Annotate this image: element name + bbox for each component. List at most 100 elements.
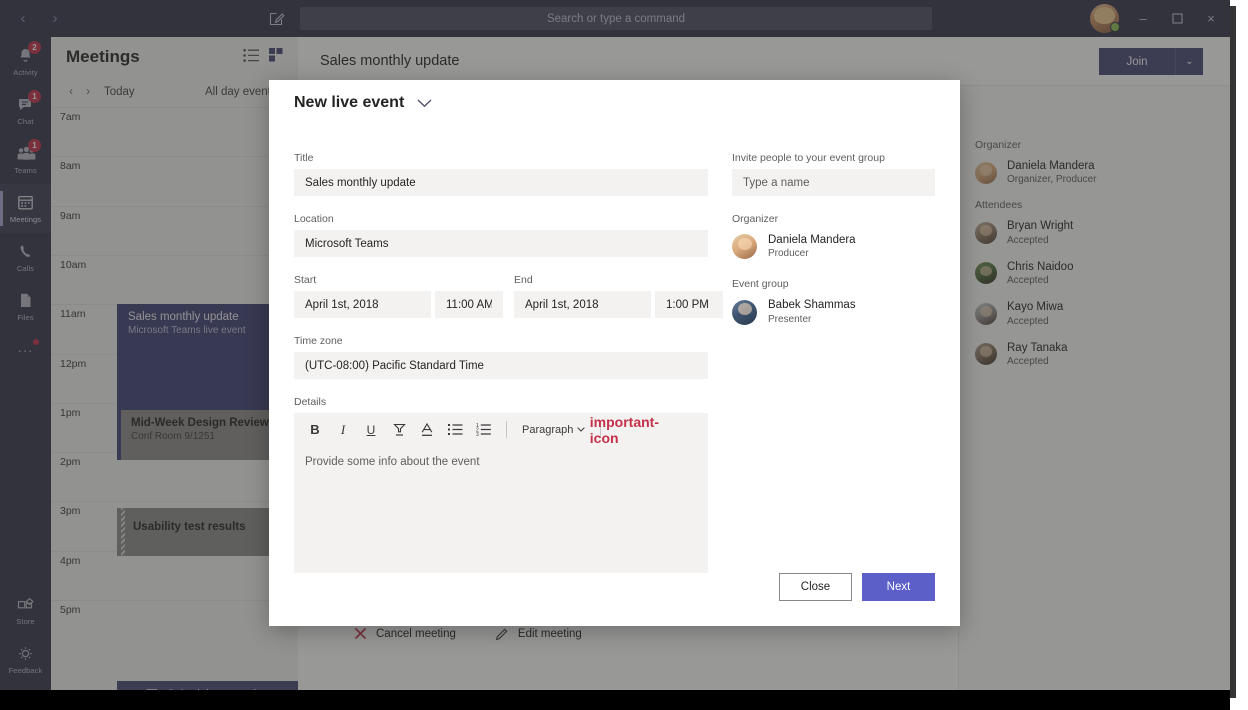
numbered-list-icon[interactable]: 123 bbox=[470, 417, 496, 443]
invite-field-label: Invite people to your event group bbox=[732, 152, 885, 164]
back-arrow-icon[interactable]: ‹ bbox=[14, 10, 32, 28]
event-group-member-row[interactable]: Babek Shammas Presenter bbox=[732, 298, 935, 325]
end-time-input[interactable] bbox=[655, 291, 723, 318]
rail-item-chat[interactable]: Chat 1 bbox=[0, 86, 51, 135]
person-status: Accepted bbox=[1007, 355, 1049, 367]
list-view-icon[interactable] bbox=[243, 48, 260, 63]
join-button[interactable]: Join bbox=[1099, 48, 1175, 75]
new-live-event-dialog: New live event Title Location Start bbox=[269, 80, 960, 626]
person-name: Daniela Mandera bbox=[768, 234, 856, 246]
person-role: Producer bbox=[768, 248, 809, 260]
person-role: Organizer, Producer bbox=[1007, 174, 1097, 186]
start-time-input[interactable] bbox=[435, 291, 503, 318]
close-window-button[interactable]: × bbox=[1201, 9, 1221, 29]
today-label[interactable]: Today bbox=[104, 86, 135, 98]
attendee-row[interactable]: Chris Naidoo Accepted bbox=[975, 260, 1232, 287]
font-color-icon[interactable] bbox=[414, 417, 440, 443]
hour-label: 4pm bbox=[60, 554, 81, 567]
person-name: Bryan Wright bbox=[1007, 220, 1074, 233]
organizer-section-label: Organizer bbox=[975, 139, 1022, 151]
rail-item-files[interactable]: Files bbox=[0, 282, 51, 331]
cancel-meeting-button[interactable]: Cancel meeting bbox=[354, 627, 456, 640]
svg-text:3: 3 bbox=[476, 432, 479, 436]
dialog-organizer-label: Organizer bbox=[732, 213, 779, 225]
rail-item-feedback[interactable]: Feedback bbox=[0, 635, 51, 684]
dialog-title: New live event bbox=[294, 94, 405, 111]
search-placeholder: Search or type a command bbox=[546, 12, 686, 25]
organizer-row[interactable]: Daniela Mandera Organizer, Producer bbox=[975, 159, 1232, 186]
minimize-button[interactable]: – bbox=[1133, 9, 1153, 29]
forward-arrow-icon[interactable]: › bbox=[46, 10, 64, 28]
meetings-header: Meetings bbox=[51, 37, 298, 76]
rail-label-teams: Teams bbox=[14, 166, 37, 175]
participants-panel: Organizer Daniela Mandera Organizer, Pro… bbox=[958, 86, 1232, 692]
person-name: Babek Shammas bbox=[768, 299, 856, 312]
phone-icon bbox=[18, 242, 34, 261]
hour-label: 9am bbox=[60, 209, 81, 222]
more-options-icon: ··· bbox=[17, 342, 34, 358]
rail-item-calls[interactable]: Calls bbox=[0, 233, 51, 282]
paragraph-style-dropdown[interactable]: Paragraph bbox=[517, 424, 590, 436]
avatar bbox=[975, 222, 997, 245]
hour-label: 11am bbox=[60, 308, 86, 321]
end-date-input[interactable] bbox=[514, 291, 651, 318]
title-bar: ‹ › Search or type a command – × bbox=[0, 0, 1232, 37]
start-date-input[interactable] bbox=[294, 291, 431, 318]
location-field-label: Location bbox=[294, 213, 334, 225]
avatar bbox=[732, 299, 757, 325]
timezone-field-label: Time zone bbox=[294, 335, 343, 347]
meeting-title: Sales monthly update bbox=[320, 53, 460, 69]
timezone-input[interactable] bbox=[294, 352, 708, 379]
window-drop-shadow bbox=[0, 690, 1248, 710]
rail-label-feedback: Feedback bbox=[8, 666, 43, 675]
chat-badge: 1 bbox=[28, 90, 41, 103]
meeting-detail-header: Sales monthly update Join ⌄ bbox=[298, 37, 1232, 86]
history-navigation: ‹ › bbox=[14, 10, 64, 28]
meetings-pane: Meetings ‹ › Today All day events 7am 8a… bbox=[51, 37, 298, 692]
edit-meeting-label: Edit meeting bbox=[517, 627, 582, 640]
rich-text-toolbar: B I U 123 Paragraph important-icon bbox=[294, 413, 708, 446]
chevron-down-icon bbox=[577, 427, 586, 432]
person-name: Daniela Mandera bbox=[1007, 160, 1095, 172]
grid-view-icon[interactable] bbox=[269, 48, 284, 62]
bold-button[interactable]: B bbox=[302, 417, 328, 443]
calendar-next-button[interactable]: › bbox=[81, 86, 95, 98]
rail-item-more[interactable]: ··· bbox=[0, 331, 51, 369]
highlighter-icon[interactable] bbox=[386, 417, 412, 443]
lightbulb-icon bbox=[17, 644, 34, 663]
person-name: Ray Tanaka bbox=[1007, 341, 1068, 354]
hour-label: 1pm bbox=[60, 406, 81, 419]
attendee-row[interactable]: Bryan Wright Accepted bbox=[975, 219, 1232, 246]
details-editor[interactable]: B I U 123 Paragraph important-icon Provi… bbox=[294, 413, 708, 573]
calendar-icon bbox=[17, 193, 34, 212]
title-field-label: Title bbox=[294, 152, 314, 164]
calendar-prev-button[interactable]: ‹ bbox=[64, 86, 78, 98]
italic-button[interactable]: I bbox=[330, 417, 356, 443]
search-input[interactable]: Search or type a command bbox=[300, 7, 932, 30]
next-button[interactable]: Next bbox=[862, 573, 935, 601]
rail-item-meetings[interactable]: Meetings bbox=[0, 184, 51, 233]
title-input[interactable] bbox=[294, 169, 708, 196]
rail-item-store[interactable]: Store bbox=[0, 586, 51, 635]
calendar-grid: 7am 8am 9am 10am 11am 12pm 1pm 2pm 3pm 4… bbox=[51, 107, 298, 622]
rail-item-teams[interactable]: Teams 1 bbox=[0, 135, 51, 184]
pencil-icon bbox=[495, 627, 509, 641]
rail-item-activity[interactable]: Activity 2 bbox=[0, 37, 51, 86]
details-field-label: Details bbox=[294, 396, 327, 408]
close-button[interactable]: Close bbox=[779, 573, 852, 601]
maximize-button[interactable] bbox=[1167, 9, 1187, 29]
join-options-chevron-down-icon[interactable]: ⌄ bbox=[1175, 48, 1203, 75]
bullet-list-icon[interactable] bbox=[442, 417, 468, 443]
important-icon[interactable]: important-icon bbox=[590, 414, 659, 446]
compose-icon[interactable] bbox=[268, 10, 286, 28]
attendee-row[interactable]: Kayo Miwa Accepted bbox=[975, 300, 1232, 327]
attendee-row[interactable]: Ray Tanaka Accepted bbox=[975, 341, 1232, 368]
hour-label: 7am bbox=[60, 111, 81, 123]
dialog-organizer-row: Daniela Mandera Producer bbox=[732, 233, 935, 260]
invite-people-input[interactable] bbox=[732, 169, 935, 196]
underline-button[interactable]: U bbox=[358, 417, 384, 443]
location-input[interactable] bbox=[294, 230, 708, 257]
title-field-group: Title bbox=[294, 152, 708, 196]
chevron-down-icon[interactable] bbox=[417, 99, 432, 108]
edit-meeting-button[interactable]: Edit meeting bbox=[495, 627, 582, 641]
